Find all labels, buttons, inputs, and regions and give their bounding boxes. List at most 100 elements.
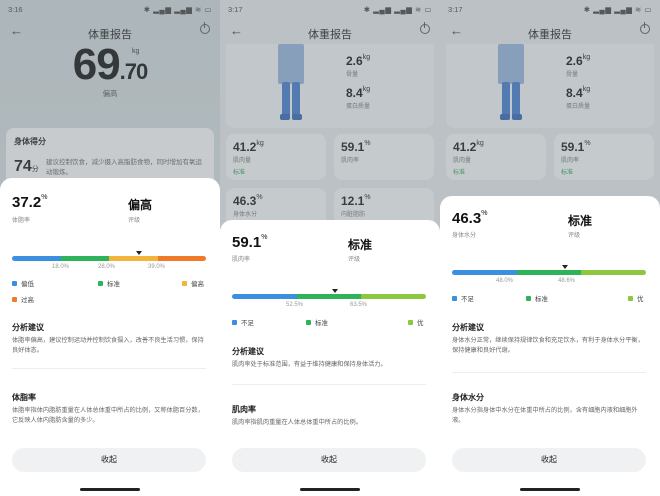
range-tick: 48.6% [558,278,576,284]
range-low [452,270,517,275]
metric-value: 46.3% [452,210,488,227]
legend-item: 不足 [452,293,474,303]
advice-text: 肌肉率处于标准范围，有益于维持健康和保持身体活力。 [232,361,387,368]
legend-item: 标准 [306,317,328,327]
legend-item: 过高 [12,294,34,304]
range-tick: 52.5% [286,302,304,308]
legend-item: 优 [628,293,644,303]
home-indicator [300,488,360,491]
divider [452,372,646,373]
rating-value: 标准 [568,214,593,228]
weight-unit: kg [132,48,140,55]
metric-tile[interactable]: 41.2kg 肌肉量 标准 [446,134,546,180]
score-description: 建议控制饮食，减少摄入高脂肪食物，同时增加有氧运动锻炼。 [46,159,202,176]
legend-swatch [232,319,237,325]
range-tick: 18.0% [52,264,70,270]
divider [12,368,206,369]
status-time: 3:17 [448,5,463,14]
score-title: 身体得分 [14,137,46,146]
score-value: 74分 [14,158,39,175]
collapse-button[interactable]: 收起 [232,448,426,472]
status-icons: ✱ ▂▄▆ ▂▄▆ ≋ ▭ [583,5,652,14]
body-figure-icon [274,44,308,126]
status-time: 3:16 [8,5,23,14]
body-figure-card: 2.6kg 骨量 8.4kg 蛋白质量 [226,44,434,128]
range-excellent [361,294,426,299]
share-icon[interactable] [420,22,430,34]
detail-sheet: 37.2% 体脂率 偏高 评级 18.0% 28.0% 39.0% 偏低 标准 … [0,178,220,496]
page-title: 体重报告 [528,29,572,41]
share-icon[interactable] [200,22,210,34]
home-indicator [80,488,140,491]
rating-value: 偏高 [128,198,153,212]
range-tick: 39.0% [148,264,166,270]
legend-swatch [98,280,103,286]
definition-text: 体脂率指体内脂肪重量在人体总体重中所占的比例，又称体脂百分数，它反映人体内脂肪含… [12,407,204,424]
range-standard [296,294,362,299]
body-figure-icon [494,44,528,126]
metric-label: 肌肉率 [232,257,251,263]
metric-tile[interactable]: 59.1% 肌肉率 [334,134,434,180]
range-marker [332,289,338,293]
side-metric: 2.6kg 骨量 [346,54,371,78]
definition-text: 肌肉率指肌肉重量在人体总体重中所占的比例。 [232,419,362,426]
collapse-button[interactable]: 收起 [452,448,646,472]
rating-label: 评级 [568,233,581,239]
advice-text: 身体水分正常，继续保持规律饮食和充足饮水，有利于身体水分平衡，保持健康和良好代谢… [452,337,644,354]
share-icon[interactable] [640,22,650,34]
range-tick: 28.0% [98,264,116,270]
definition-heading: 身体水分 [452,393,484,402]
advice-heading: 分析建议 [232,347,264,356]
range-bar [232,294,426,299]
collapse-button[interactable]: 收起 [12,448,206,472]
weight-value: 69 [72,40,121,89]
score-unit: 分 [31,166,39,173]
legend-swatch [628,295,633,301]
range-bar [452,270,646,275]
range-low [12,256,61,261]
range-standard [60,256,109,261]
rating-label: 评级 [128,218,141,224]
metric-label: 体脂率 [12,218,31,224]
rating-label: 评级 [348,257,361,263]
top-bar: ← 体重报告 [440,22,660,44]
legend-swatch [452,295,457,301]
page-title: 体重报告 [308,29,352,41]
legend-swatch [408,319,413,325]
legend-swatch [306,319,311,325]
screen-muscle-rate: 3:17 ✱ ▂▄▆ ▂▄▆ ≋ ▭ ← 体重报告 2.6kg 骨量 8.4kg 蛋… [220,0,440,496]
side-metric: 8.4kg 蛋白质量 [566,86,591,110]
metric-value: 59.1% [232,234,268,251]
metric-tile[interactable]: 41.2kg 肌肉量 标准 [226,134,326,180]
status-icons: ✱ ▂▄▆ ▂▄▆ ≋ ▭ [143,5,212,14]
range-excellent [581,270,646,275]
status-bar: 3:16 ✱ ▂▄▆ ▂▄▆ ≋ ▭ [0,0,220,20]
screen-body-fat: 3:16 ✱ ▂▄▆ ▂▄▆ ≋ ▭ ← 体重报告 69.70 kg 偏高 身体… [0,0,220,496]
legend-item: 偏低 [12,278,34,288]
status-time: 3:17 [228,5,243,14]
range-marker [136,251,142,255]
status-bar: 3:17 ✱ ▂▄▆ ▂▄▆ ≋ ▭ [220,0,440,20]
rating-value: 标准 [348,238,373,252]
home-indicator [520,488,580,491]
detail-sheet: 46.3% 身体水分 标准 评级 48.0% 48.6% 不足 标准 优 分析建… [440,196,660,496]
legend-item: 偏高 [182,278,204,288]
weight-decimal: .70 [119,59,149,84]
legend-item: 不足 [232,317,254,327]
legend-swatch [526,295,531,301]
screen-body-water: 3:17 ✱ ▂▄▆ ▂▄▆ ≋ ▭ ← 体重报告 2.6kg 骨量 8.4kg 蛋… [440,0,660,496]
status-icons: ✱ ▂▄▆ ▂▄▆ ≋ ▭ [363,5,432,14]
range-tick: 48.0% [496,278,514,284]
metric-tile[interactable]: 59.1% 肌肉率 标准 [554,134,654,180]
definition-heading: 肌肉率 [232,405,256,414]
definition-text: 身体水分指身体中水分在体重中所占的比例，含有细胞内液和细胞外液。 [452,407,638,424]
advice-heading: 分析建议 [12,323,44,332]
body-figure-card: 2.6kg 骨量 8.4kg 蛋白质量 [446,44,654,128]
metric-label: 身体水分 [452,233,477,239]
legend-swatch [12,280,17,286]
range-marker [562,265,568,269]
status-bar: 3:17 ✱ ▂▄▆ ▂▄▆ ≋ ▭ [440,0,660,20]
range-standard [516,270,582,275]
legend-item: 标准 [526,293,548,303]
detail-sheet: 59.1% 肌肉率 标准 评级 52.5% 63.5% 不足 标准 优 分析建议… [220,220,440,496]
